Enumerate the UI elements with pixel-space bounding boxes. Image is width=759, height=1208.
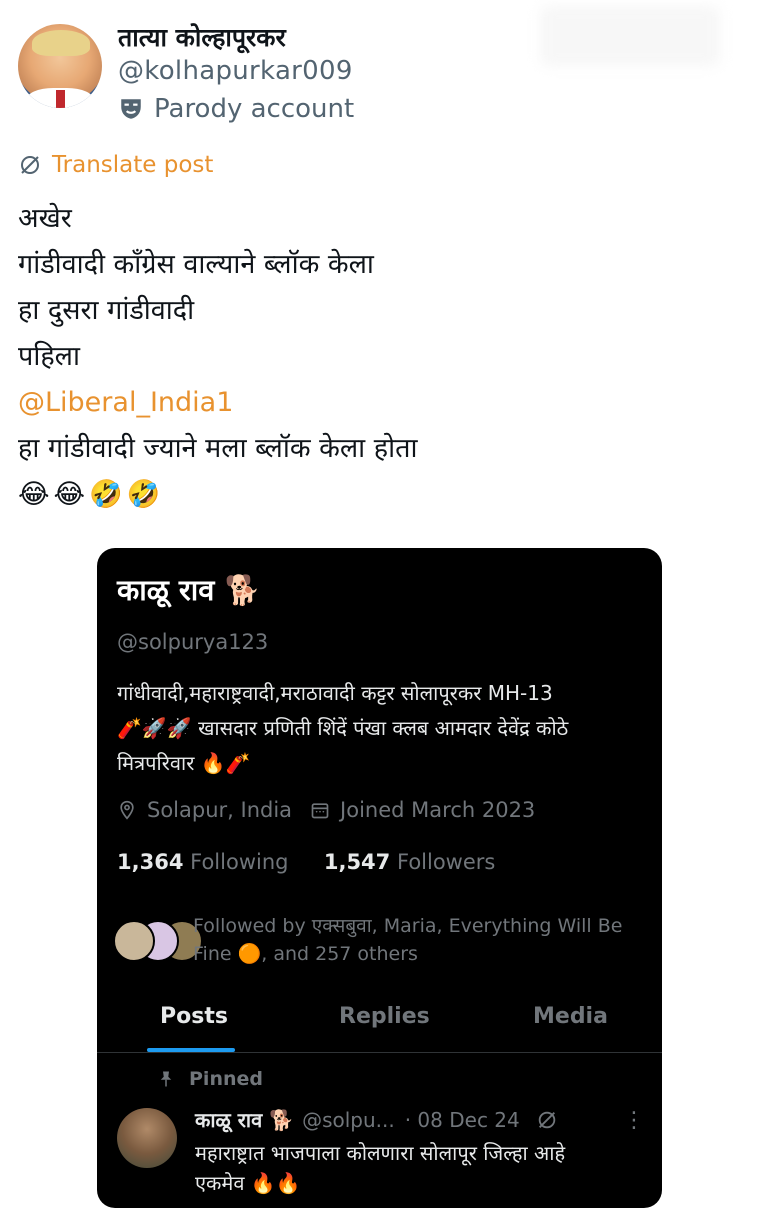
author-name[interactable]: तात्या कोल्हापूरकर: [118, 20, 286, 54]
following-count: 1,364: [117, 850, 184, 874]
profile-handle: @solpurya123: [117, 630, 269, 654]
pinned-tweet-avatar: [117, 1108, 177, 1168]
parody-text: Parody account: [154, 94, 355, 124]
profile-tabs: Posts Replies Media: [97, 988, 662, 1053]
blurred-region: [540, 6, 720, 66]
post-line: हा गांडीवादी ज्याने मला ब्लॉक केला होता: [18, 433, 418, 464]
followed-by-text: Followed by एक्सबुवा, Maria, Everything …: [193, 915, 623, 965]
bio-line: मित्रपरिवार 🔥🧨: [117, 751, 251, 775]
pinned-tweet-text: महाराष्ट्रात भाजपाला कोलणारा सोलापूर जिल…: [195, 1138, 655, 1198]
pinned-tweet-line: महाराष्ट्रात भाजपाला कोलणारा सोलापूर जिल…: [195, 1141, 566, 1165]
pinned-tweet-line: एकमेव 🔥🔥: [195, 1171, 301, 1195]
tab-media: Media: [533, 1004, 608, 1029]
followed-by-avatars: [113, 918, 203, 962]
translate-icon: [21, 156, 39, 174]
translate-label[interactable]: Translate post: [52, 152, 213, 178]
post-line: हा दुसरा गांडीवादी: [18, 295, 195, 326]
emoji-line: 😂😂🤣🤣: [18, 479, 165, 510]
followers-label: Followers: [396, 850, 496, 874]
pinned-label-row: Pinned: [157, 1068, 263, 1090]
post-line: गांडीवादी कॉंग्रेस वाल्याने ब्लॉक केला: [18, 249, 374, 280]
parody-account-label: Parody account: [118, 94, 354, 124]
profile-bio: गांधीवादी,महाराष्ट्रवादी,मराठावादी कट्टर…: [117, 676, 652, 781]
author-handle[interactable]: @kolhapurkar009: [118, 56, 353, 86]
post-line: पहिला: [18, 341, 80, 372]
profile-joined: Joined March 2023: [340, 798, 536, 822]
parody-mask-icon: [121, 99, 141, 119]
pinned-tweet-name: काळू राव 🐕: [195, 1108, 295, 1132]
pinned-tweet-handle: @solpu...: [302, 1107, 395, 1132]
tab-replies: Replies: [339, 1004, 430, 1029]
pinned-tweet-header: काळू राव 🐕 @solpu... · 08 Dec 24: [195, 1106, 558, 1133]
mention-link[interactable]: @Liberal_India1: [18, 380, 738, 426]
location-icon: [120, 800, 134, 820]
active-tab-indicator: [147, 1048, 235, 1052]
pinned-label: Pinned: [189, 1068, 263, 1090]
pinned-tweet-date: · 08 Dec 24: [404, 1107, 520, 1132]
more-options-icon: ⋮: [623, 1108, 645, 1133]
profile-location: Solapur, India: [147, 798, 293, 822]
following-label: Following: [190, 850, 289, 874]
author-avatar[interactable]: [18, 24, 102, 108]
follow-stats: 1,364 Following 1,547 Followers: [117, 850, 495, 874]
profile-meta: Solapur, India Joined March 2023: [117, 798, 535, 822]
translate-post-link[interactable]: Translate post: [18, 152, 213, 178]
tab-posts: Posts: [160, 1004, 228, 1029]
translate-icon: [538, 1111, 555, 1128]
embedded-profile-screenshot[interactable]: काळू राव 🐕 @solpurya123 गांधीवादी,महाराष…: [97, 548, 662, 1208]
post-text: अखेर गांडीवादी कॉंग्रेस वाल्याने ब्लॉक क…: [18, 196, 738, 518]
bio-line: गांधीवादी,महाराष्ट्रवादी,मराठावादी कट्टर…: [117, 681, 553, 705]
bio-line: 🧨🚀🚀 खासदार प्रणिती शिंदें पंखा क्लब आमदा…: [117, 716, 569, 740]
post-line: अखेर: [18, 203, 72, 234]
calendar-icon: [311, 803, 329, 819]
profile-name: काळू राव 🐕: [117, 573, 261, 607]
followers-count: 1,547: [323, 850, 391, 874]
pin-icon: [160, 1071, 172, 1087]
